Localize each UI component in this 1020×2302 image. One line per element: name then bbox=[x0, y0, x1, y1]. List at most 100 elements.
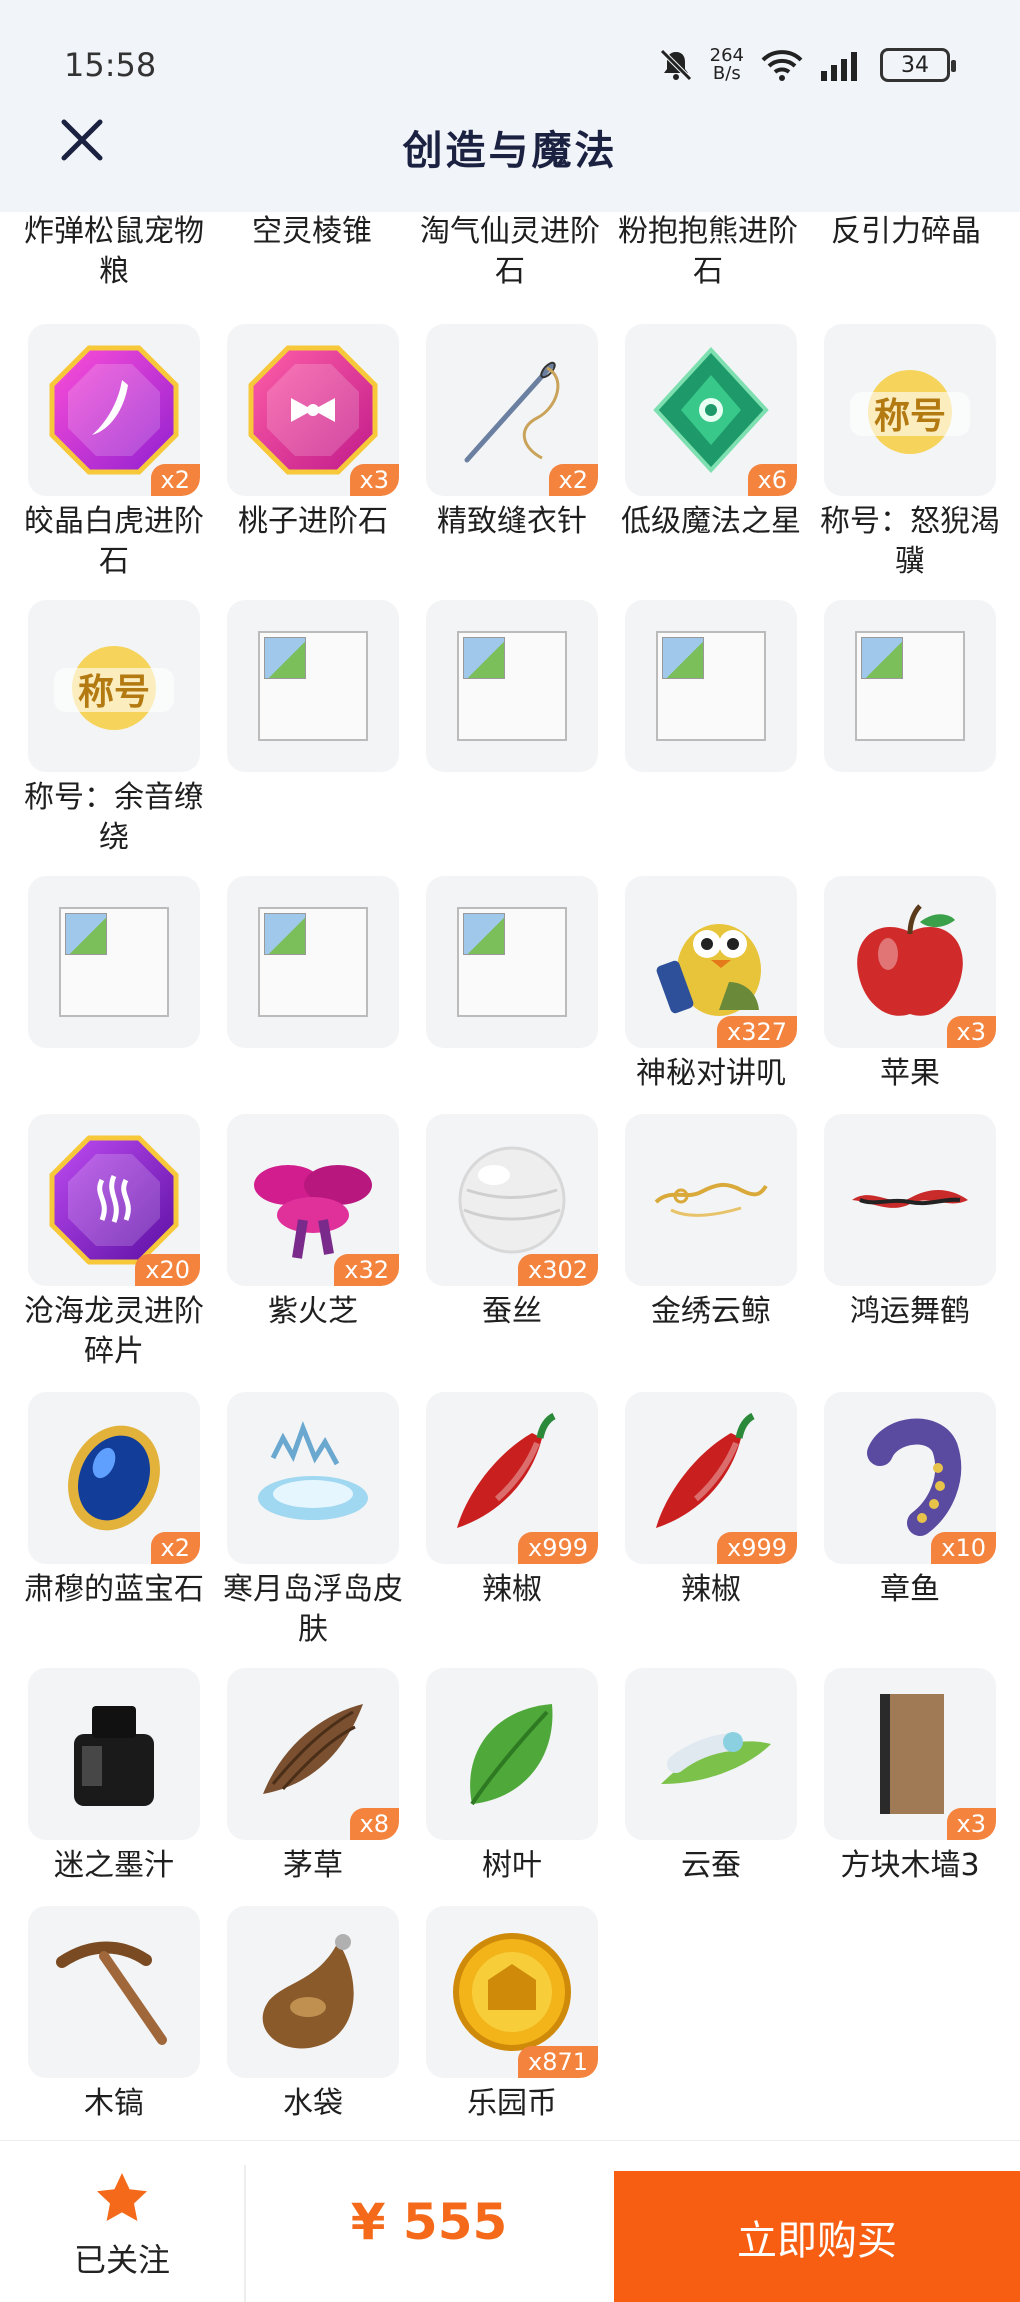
item-cell[interactable] bbox=[824, 600, 996, 778]
signal-icon bbox=[821, 52, 857, 81]
item-cell[interactable]: x32 紫火芝 bbox=[227, 1114, 399, 1332]
battery-icon: 34 bbox=[880, 48, 956, 82]
item-card[interactable] bbox=[227, 1392, 399, 1564]
item-card[interactable]: x3 bbox=[227, 324, 399, 496]
item-cell[interactable]: 水袋 bbox=[227, 1906, 399, 2124]
item-cell[interactable]: x3 桃子进阶石 bbox=[227, 324, 399, 542]
item-cell[interactable]: x10 章鱼 bbox=[824, 1392, 996, 1610]
item-card[interactable] bbox=[28, 1906, 200, 2078]
item-card[interactable] bbox=[625, 600, 797, 772]
item-card[interactable] bbox=[625, 1114, 797, 1286]
item-cell[interactable]: x999 辣椒 bbox=[426, 1392, 598, 1610]
item-card[interactable] bbox=[426, 876, 598, 1048]
item-card[interactable] bbox=[824, 600, 996, 772]
item-card[interactable]: x3 bbox=[824, 876, 996, 1048]
broken-image-icon bbox=[59, 907, 169, 1017]
item-card[interactable]: x6 bbox=[625, 324, 797, 496]
count-badge: x3 bbox=[349, 464, 399, 496]
item-cell[interactable]: 木镐 bbox=[28, 1906, 200, 2124]
item-name: 炸弹松鼠宠物粮 bbox=[24, 214, 204, 289]
chili-icon bbox=[442, 1408, 582, 1548]
item-cell[interactable]: 寒月岛浮岛皮肤 bbox=[223, 1392, 403, 1650]
item-name: 鸿运舞鹤 bbox=[850, 1294, 970, 1329]
item-cell[interactable]: x2 皎晶白虎进阶石 bbox=[24, 324, 204, 582]
count-badge: x999 bbox=[716, 1532, 797, 1564]
item-card[interactable]: x871 bbox=[426, 1906, 598, 2078]
item-cell[interactable]: x327 神秘对讲叽 bbox=[625, 876, 797, 1094]
item-card[interactable]: x2 bbox=[28, 324, 200, 496]
item-cell[interactable]: x871 乐园币 bbox=[426, 1906, 598, 2124]
item-card[interactable]: 称号 bbox=[824, 324, 996, 496]
item-name: 方块木墙3 bbox=[840, 1848, 980, 1883]
item-name: 神秘对讲叽 bbox=[636, 1056, 786, 1091]
item-card[interactable]: x999 bbox=[625, 1392, 797, 1564]
item-name: 肃穆的蓝宝石 bbox=[24, 1572, 204, 1607]
item-cell[interactable]: x6 低级魔法之星 bbox=[621, 324, 801, 542]
pink-gem-icon bbox=[44, 340, 184, 480]
buy-now-button[interactable]: 立即购买 bbox=[614, 2171, 1020, 2302]
item-cell[interactable]: 迷之墨汁 bbox=[28, 1668, 200, 1886]
item-name: 辣椒 bbox=[681, 1572, 741, 1607]
item-name: 寒月岛浮岛皮肤 bbox=[223, 1572, 403, 1647]
count-badge: x871 bbox=[517, 2046, 598, 2078]
item-card[interactable]: x2 bbox=[426, 324, 598, 496]
item-card[interactable] bbox=[227, 600, 399, 772]
item-card[interactable] bbox=[824, 1114, 996, 1286]
item-name: 淘气仙灵进阶石 bbox=[420, 214, 600, 289]
item-name: 树叶 bbox=[482, 1848, 542, 1883]
item-name: 沧海龙灵进阶碎片 bbox=[24, 1294, 204, 1369]
item-cell[interactable] bbox=[625, 600, 797, 778]
item-cell[interactable]: 云蚕 bbox=[625, 1668, 797, 1886]
item-card[interactable]: x2 bbox=[28, 1392, 200, 1564]
item-cell[interactable]: x20 沧海龙灵进阶碎片 bbox=[24, 1114, 204, 1372]
item-cell[interactable]: x3 苹果 bbox=[824, 876, 996, 1094]
broken-image-icon bbox=[258, 907, 368, 1017]
item-cell[interactable]: 金绣云鲸 bbox=[625, 1114, 797, 1332]
item-name: 茅草 bbox=[283, 1848, 343, 1883]
item-card[interactable]: 称号 bbox=[28, 600, 200, 772]
item-cell[interactable]: x8 茅草 bbox=[227, 1668, 399, 1886]
item-card[interactable] bbox=[426, 600, 598, 772]
item-card[interactable]: x8 bbox=[227, 1668, 399, 1840]
item-card[interactable] bbox=[426, 1668, 598, 1840]
item-cell[interactable]: 鸿运舞鹤 bbox=[824, 1114, 996, 1332]
item-cell[interactable]: x2 精致缝衣针 bbox=[426, 324, 598, 542]
item-card[interactable]: x3 bbox=[824, 1668, 996, 1840]
item-card[interactable] bbox=[227, 876, 399, 1048]
item-cell[interactable] bbox=[227, 876, 399, 1054]
item-cell[interactable]: x999 辣椒 bbox=[625, 1392, 797, 1610]
item-cell[interactable]: 树叶 bbox=[426, 1668, 598, 1886]
item-cell[interactable] bbox=[426, 876, 598, 1054]
item-card[interactable]: x10 bbox=[824, 1392, 996, 1564]
item-card[interactable]: x327 bbox=[625, 876, 797, 1048]
item-card[interactable] bbox=[625, 1668, 797, 1840]
count-badge: x3 bbox=[946, 1808, 996, 1840]
leaf-icon bbox=[442, 1684, 582, 1824]
item-cell[interactable]: x3 方块木墙3 bbox=[824, 1668, 996, 1886]
item-card[interactable] bbox=[28, 1668, 200, 1840]
item-cell[interactable]: x302 蚕丝 bbox=[426, 1114, 598, 1332]
item-cell[interactable] bbox=[227, 600, 399, 778]
count-badge: x2 bbox=[150, 1532, 200, 1564]
broken-image-icon bbox=[457, 907, 567, 1017]
item-card[interactable]: x302 bbox=[426, 1114, 598, 1286]
chili-icon bbox=[641, 1408, 781, 1548]
item-cell[interactable]: 称号 称号：余音缭绕 bbox=[24, 600, 204, 858]
status-icons: 264 B/s 34 bbox=[658, 40, 956, 90]
sapphire-icon bbox=[44, 1408, 184, 1548]
follow-button[interactable]: 已关注 bbox=[0, 2171, 244, 2281]
item-card[interactable]: x32 bbox=[227, 1114, 399, 1286]
count-badge: x10 bbox=[931, 1532, 996, 1564]
item-cell[interactable] bbox=[426, 600, 598, 778]
item-cell[interactable]: x2 肃穆的蓝宝石 bbox=[24, 1392, 204, 1610]
item-card[interactable]: x20 bbox=[28, 1114, 200, 1286]
item-cell[interactable] bbox=[28, 876, 200, 1054]
item-card[interactable] bbox=[28, 876, 200, 1048]
item-card[interactable]: x999 bbox=[426, 1392, 598, 1564]
item-cell[interactable]: 称号 称号：怒猊渴骥 bbox=[820, 324, 1000, 582]
item-name: 低级魔法之星 bbox=[621, 504, 801, 539]
broken-image-icon bbox=[457, 631, 567, 741]
item-card[interactable] bbox=[227, 1906, 399, 2078]
network-speed: 264 B/s bbox=[709, 45, 744, 84]
wifi-icon bbox=[761, 50, 803, 81]
